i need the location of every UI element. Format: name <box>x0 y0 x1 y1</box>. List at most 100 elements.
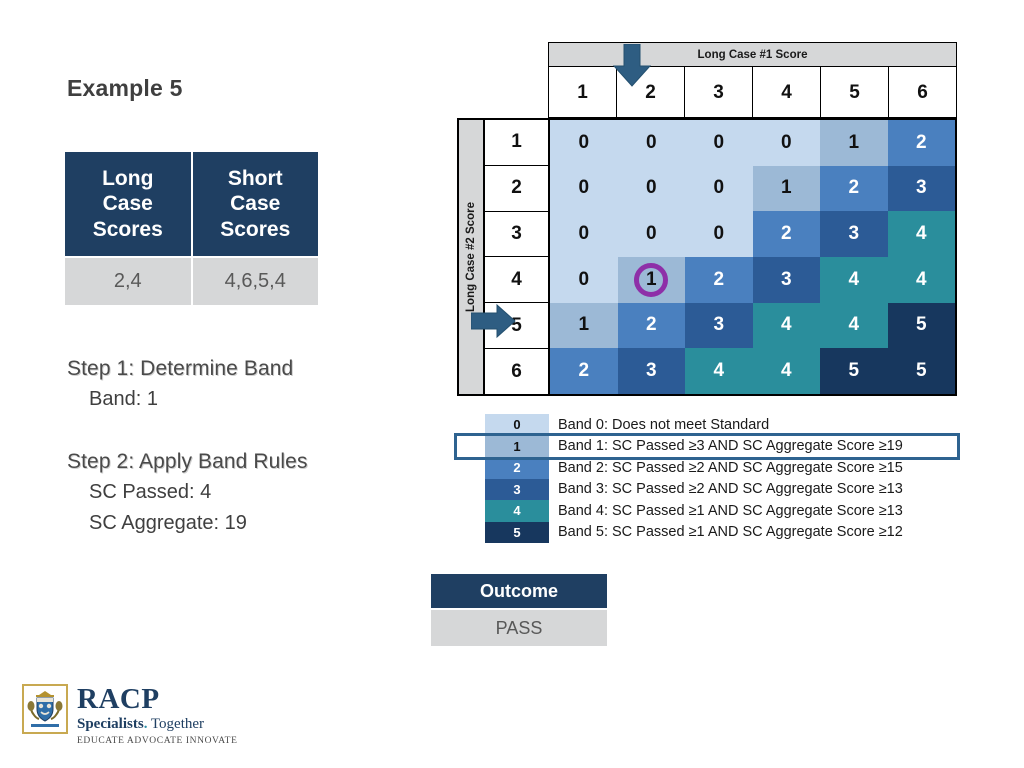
column-label-2: 2 <box>617 67 685 117</box>
matrix-cell-value: 1 <box>578 314 590 336</box>
legend-swatch-band-2: 2 <box>485 457 549 479</box>
legend-row-band-0: 0 Band 0: Does not meet Standard <box>457 414 960 436</box>
matrix-cell-r2-c1: 0 <box>550 165 618 212</box>
row-label-1: 1 <box>485 120 548 166</box>
legend-row-band-2: 2 Band 2: SC Passed ≥2 AND SC Aggregate S… <box>457 457 960 479</box>
matrix-cell-value: 2 <box>645 314 657 336</box>
legend-swatch-band-4: 4 <box>485 500 549 522</box>
matrix-cell-value: 0 <box>780 131 792 153</box>
scores-table: Long Case Scores Short Case Scores 2,4 4… <box>63 150 320 307</box>
step-2-line: SC Aggregate: 19 <box>89 512 247 534</box>
row-label-3: 3 <box>485 211 548 258</box>
racp-wordmark: RACP <box>77 683 160 715</box>
matrix-cell-value: 4 <box>915 268 927 290</box>
step-2-block: Step 2: Apply Band Rules SC Passed: 4 SC… <box>67 450 308 540</box>
matrix-cell-value: 0 <box>578 268 590 290</box>
matrix-cell-value: 0 <box>578 223 590 245</box>
matrix-cell-value: 3 <box>915 177 927 199</box>
band-legend: 0 Band 0: Does not meet Standard 1 Band 1: … <box>454 414 960 543</box>
step-1-line: Band: 1 <box>89 388 158 410</box>
matrix-cell-r4-c6: 4 <box>887 257 955 303</box>
matrix-cell-value: 0 <box>645 223 657 245</box>
row-axis-title: Long Case #2 Score <box>459 120 485 394</box>
legend-row-band-5: 5 Band 5: SC Passed ≥1 AND SC Aggregate S… <box>457 521 960 543</box>
band-matrix: Long Case #1 Score 123456 Long Case #2 S… <box>457 42 957 396</box>
legend-swatch-band-5: 5 <box>485 521 549 543</box>
long-case-scores-value: 2,4 <box>65 258 191 305</box>
matrix-cell-value: 3 <box>848 223 860 245</box>
matrix-cell-value: 0 <box>645 177 657 199</box>
racp-logo: RACP Specialists. Together EDUCATE ADVOC… <box>22 684 238 746</box>
matrix-cell-r3-c3: 0 <box>685 211 753 257</box>
matrix-cell-value: 2 <box>713 268 725 290</box>
row-label-2: 2 <box>485 165 548 212</box>
matrix-cell-value: 0 <box>713 177 725 199</box>
row-label-5: 5 <box>485 303 548 350</box>
matrix-cell-r4-c3: 2 <box>685 257 753 303</box>
matrix-cell-value: 1 <box>645 268 657 290</box>
legend-swatch-band-1: 1 <box>485 435 549 457</box>
column-label-5: 5 <box>821 67 889 117</box>
matrix-cell-r4-c1: 0 <box>550 257 618 303</box>
column-labels-row: 12345 6 <box>548 66 957 118</box>
tagline-rest: Together <box>147 716 205 732</box>
row-labels-column: 123456 <box>471 120 550 394</box>
matrix-cell-value: 1 <box>848 131 860 153</box>
matrix-cell-r1-c5: 1 <box>820 120 888 166</box>
matrix-cell-r3-c1: 0 <box>550 211 618 257</box>
matrix-cells: 0 0 0 0 1 2 0 0 0 1 2 3 0 0 0 2 3 4 0 1 2 3 4 4 1 2 3 4 4 5 2 3 4 4 5 5 <box>550 120 955 394</box>
matrix-cell-value: 1 <box>780 177 792 199</box>
table-row: 2,4 4,6,5,4 <box>65 258 318 305</box>
matrix-cell-value: 3 <box>780 268 792 290</box>
header-line: Short <box>227 166 283 190</box>
matrix-cell-r5-c1: 1 <box>550 302 618 349</box>
racp-subtitle: EDUCATE ADVOCATE INNOVATE <box>77 735 238 746</box>
header-line: Scores <box>92 217 163 241</box>
matrix-cell-value: 2 <box>578 360 590 382</box>
matrix-cell-r4-c5: 4 <box>820 257 888 303</box>
matrix-cell-r6-c1: 2 <box>550 348 618 394</box>
matrix-cell-value: 0 <box>713 223 725 245</box>
matrix-cell-r6-c3: 4 <box>685 348 753 394</box>
matrix-cell-r3-c2: 0 <box>617 211 685 257</box>
legend-text-band-3: Band 3: SC Passed ≥2 AND SC Aggregate Sc… <box>558 481 903 498</box>
header-line: Long <box>102 166 154 190</box>
matrix-cell-r1-c6: 2 <box>887 120 955 166</box>
legend-text-band-4: Band 4: SC Passed ≥1 AND SC Aggregate Sc… <box>558 502 903 519</box>
short-case-scores-header: Short Case Scores <box>192 152 318 256</box>
legend-row-band-1: 1 Band 1: SC Passed ≥3 AND SC Aggregate S… <box>454 432 960 460</box>
short-case-scores-value: 4,6,5,4 <box>192 258 318 305</box>
outcome-box: Outcome PASS <box>431 574 607 646</box>
matrix-cell-r2-c4: 1 <box>752 165 820 212</box>
matrix-cell-value: 3 <box>713 314 725 336</box>
matrix-cell-r6-c6: 5 <box>887 348 955 394</box>
racp-crest-icon <box>22 684 68 734</box>
matrix-cell-r4-c4: 3 <box>752 257 820 303</box>
column-label-6: 6 <box>917 82 928 103</box>
matrix-cell-r5-c4: 4 <box>752 302 820 349</box>
legend-swatch-band-0: 0 <box>485 414 549 436</box>
matrix-cell-value: 5 <box>915 360 927 382</box>
column-label-1: 1 <box>549 67 617 117</box>
matrix-cell-r2-c3: 0 <box>685 165 753 212</box>
matrix-cell-r5-c6: 5 <box>887 302 955 349</box>
matrix-cell-value: 5 <box>848 360 860 382</box>
legend-row-band-3: 3 Band 3: SC Passed ≥2 AND SC Aggregate S… <box>457 478 960 500</box>
column-axis-title: Long Case #1 Score <box>548 42 957 66</box>
matrix-cell-value: 3 <box>645 360 657 382</box>
racp-tagline: Specialists. Together <box>77 715 238 734</box>
tagline-bold: Specialists <box>77 716 144 732</box>
matrix-cell-value: 4 <box>848 268 860 290</box>
matrix-cell-value: 4 <box>780 360 792 382</box>
header-line: Case <box>102 192 153 216</box>
header-line: Case <box>230 192 281 216</box>
matrix-cell-value: 0 <box>645 131 657 153</box>
matrix-cell-r4-c2: 1 <box>617 257 685 303</box>
step-2-heading: Step 2: Apply Band Rules <box>67 450 308 473</box>
matrix-cell-value: 0 <box>578 177 590 199</box>
matrix-cell-value: 4 <box>915 223 927 245</box>
matrix-cell-r1-c2: 0 <box>617 120 685 166</box>
matrix-cell-r2-c2: 0 <box>617 165 685 212</box>
matrix-column-header: Long Case #1 Score 12345 6 <box>548 42 957 118</box>
step-2-line: SC Passed: 4 <box>89 481 212 503</box>
